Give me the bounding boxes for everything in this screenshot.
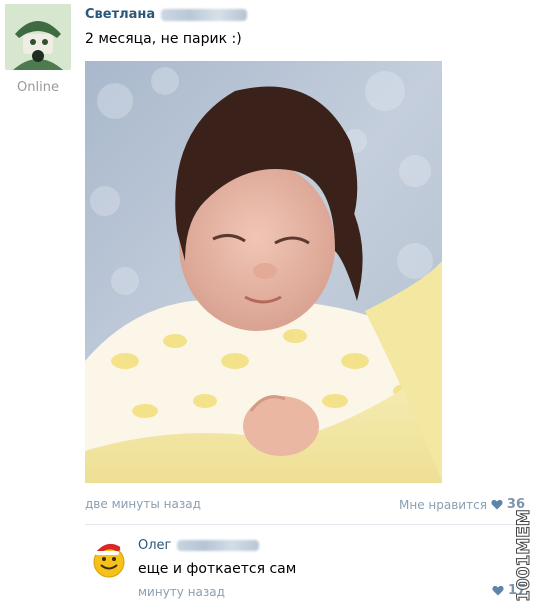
post-author-first-name[interactable]: Светлана: [85, 7, 155, 22]
comment-author-avatar[interactable]: [92, 538, 126, 578]
post-timestamp[interactable]: две минуты назад: [85, 497, 201, 511]
post-author-name[interactable]: Светлана: [85, 7, 248, 22]
post-photo[interactable]: [85, 61, 442, 483]
site-watermark: 1001MEM: [514, 509, 535, 603]
heart-icon: [492, 585, 504, 596]
comment-author-name[interactable]: Олег: [138, 538, 260, 553]
santa-smiley-icon: [93, 543, 126, 578]
post-text: 2 месяца, не парик :): [85, 31, 242, 47]
heart-icon: [491, 499, 503, 510]
baby-photo-illustration: [85, 61, 442, 483]
redacted-surname: [177, 540, 260, 551]
comment-timestamp[interactable]: минуту назад: [138, 585, 225, 599]
avatar-illustration: [5, 4, 71, 70]
comment-author-first-name[interactable]: Олег: [138, 538, 171, 553]
online-status: Online: [17, 80, 59, 95]
post-meta-row: две минуты назад Мне нравится 36: [85, 497, 525, 513]
post-like-button[interactable]: Мне нравится 36: [399, 497, 525, 512]
like-label[interactable]: Мне нравится: [399, 498, 487, 512]
comment-divider: [85, 524, 525, 525]
redacted-surname: [161, 8, 248, 21]
comment-text: еще и фоткается сам: [138, 561, 297, 577]
post-author-avatar[interactable]: [5, 4, 71, 70]
